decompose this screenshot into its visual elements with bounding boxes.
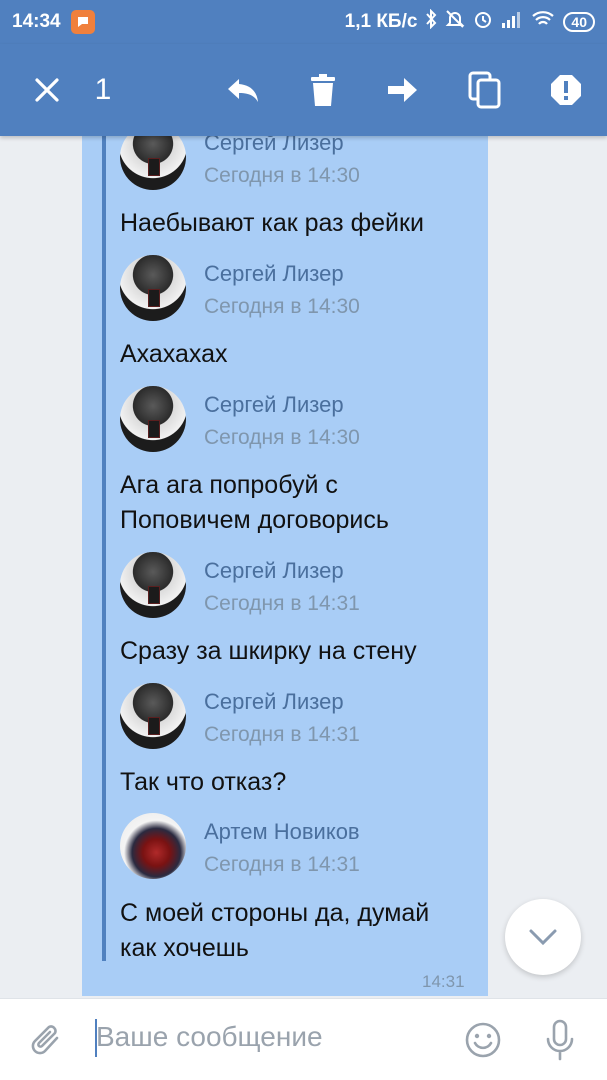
message-date: Сегодня в 14:30 [204, 426, 360, 449]
message-date: Сегодня в 14:30 [204, 164, 360, 187]
reply-button[interactable] [218, 44, 268, 136]
sender-name[interactable]: Сергей Лизер [204, 136, 344, 156]
message-composer: Ваше сообщение [0, 998, 607, 1080]
emoji-button[interactable] [458, 1015, 508, 1065]
message-timestamp: 14:31 [422, 972, 465, 991]
report-button[interactable] [541, 44, 591, 136]
bluetooth-icon [425, 8, 437, 35]
status-bar: 14:34 1,1 КБ/с 40 [0, 0, 607, 44]
message-text: Наебывают как раз фейки [120, 209, 424, 237]
close-selection-button[interactable] [22, 44, 72, 136]
avatar[interactable] [120, 255, 186, 321]
battery-indicator: 40 [563, 12, 595, 32]
arrow-right-icon [388, 78, 417, 102]
status-time: 14:34 [12, 11, 61, 32]
sender-name[interactable]: Сергей Лизер [204, 558, 344, 584]
avatar[interactable] [120, 813, 186, 879]
copy-icon [468, 71, 501, 109]
message-date: Сегодня в 14:31 [204, 853, 360, 876]
alarm-icon [473, 9, 493, 35]
sender-name[interactable]: Сергей Лизер [204, 261, 344, 287]
forward-button[interactable] [378, 44, 428, 136]
reply-icon [228, 79, 258, 102]
delete-button[interactable] [298, 44, 348, 136]
sender-name[interactable]: Артем Новиков [204, 819, 360, 845]
forwarded-quote-bar [102, 136, 106, 961]
smiley-icon [465, 1022, 501, 1058]
message-text: Ага ага попробуй с Поповичем договорись [120, 471, 389, 534]
network-speed: 1,1 КБ/с [344, 11, 418, 32]
avatar[interactable] [120, 683, 186, 749]
message-text: Сразу за шкирку на стену [120, 637, 417, 665]
selection-toolbar: 1 [0, 44, 607, 136]
message-date: Сегодня в 14:31 [204, 592, 360, 615]
sender-name[interactable]: Сергей Лизер [204, 689, 344, 715]
voice-message-button[interactable] [535, 1015, 585, 1065]
sender-name[interactable]: Сергей Лизер [204, 392, 344, 418]
message-text: С моей стороны да, думай как хочешь [120, 899, 430, 962]
chat-area[interactable]: Сергей Лизер Сегодня в 14:30 Наебывают к… [0, 136, 607, 998]
alert-icon [551, 75, 581, 105]
copy-button[interactable] [460, 44, 510, 136]
avatar[interactable] [120, 386, 186, 452]
message-text: Ахахахах [120, 340, 228, 368]
microphone-icon [546, 1019, 574, 1061]
attach-button[interactable] [22, 1015, 72, 1065]
message-input[interactable]: Ваше сообщение [96, 1021, 323, 1053]
signal-icon [501, 10, 523, 34]
scroll-down-button[interactable] [505, 899, 581, 975]
message-text: Так что отказ? [120, 768, 287, 796]
message-date: Сегодня в 14:30 [204, 295, 360, 318]
mute-icon [445, 9, 465, 35]
chevron-down-icon [529, 929, 557, 946]
selected-count: 1 [94, 73, 112, 106]
close-icon [35, 78, 59, 102]
wifi-icon [531, 10, 555, 34]
avatar[interactable] [120, 552, 186, 618]
notification-icon [70, 10, 95, 34]
message-date: Сегодня в 14:31 [204, 723, 360, 746]
paperclip-icon [31, 1025, 59, 1055]
trash-icon [311, 74, 335, 106]
